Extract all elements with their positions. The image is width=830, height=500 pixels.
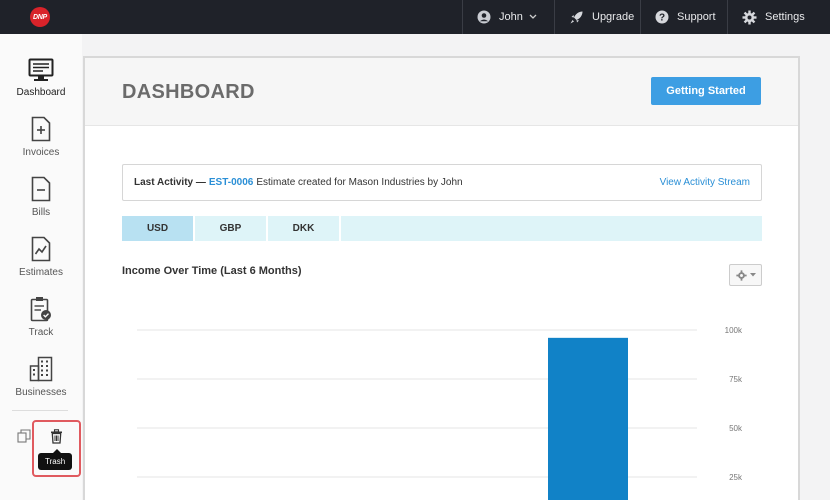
sidebar-item-label: Estimates — [19, 267, 63, 278]
app-logo[interactable]: DNP — [30, 7, 50, 27]
buildings-icon — [29, 356, 53, 382]
gear-icon — [735, 269, 747, 281]
sidebar-item-bills[interactable]: Bills — [0, 172, 82, 228]
svg-text:?: ? — [659, 13, 665, 24]
income-bar[interactable] — [548, 337, 628, 500]
user-icon — [477, 10, 491, 24]
sidebar-item-track[interactable]: Track — [0, 292, 82, 348]
estimate-icon — [31, 236, 51, 262]
chevron-down-icon — [529, 14, 537, 19]
sidebar-item-dashboard[interactable]: Dashboard — [0, 52, 82, 108]
upgrade-label: Upgrade — [592, 11, 635, 23]
activity-estimate-link[interactable]: EST-0006 — [209, 177, 253, 188]
sidebar-item-label: Businesses — [15, 387, 67, 398]
sidebar-item-invoices[interactable]: Invoices — [0, 112, 82, 168]
support-button[interactable]: ? Support — [640, 0, 727, 34]
tab-usd[interactable]: USD — [122, 216, 195, 241]
top-bar: DNP John Upgrade ? Support Settings — [0, 0, 830, 34]
support-label: Support — [677, 11, 716, 23]
clipboard-check-icon — [30, 297, 51, 322]
page-title: DASHBOARD — [122, 81, 255, 103]
y-tick-label: 50k — [729, 424, 743, 433]
tab-dkk[interactable]: DKK — [268, 216, 341, 241]
user-menu[interactable]: John — [462, 0, 554, 34]
last-activity-bar: Last Activity — EST-0006 Estimate create… — [122, 164, 762, 201]
monitor-icon — [28, 58, 54, 81]
y-tick-label: 25k — [729, 473, 743, 482]
help-icon: ? — [655, 10, 669, 24]
chart-settings-button[interactable] — [729, 264, 762, 286]
rocket-icon — [570, 11, 583, 23]
sidebar-item-label: Bills — [31, 207, 51, 218]
trash-icon — [51, 429, 62, 444]
upgrade-button[interactable]: Upgrade — [554, 0, 640, 34]
sidebar-item-label: Dashboard — [16, 87, 66, 98]
y-tick-label: 100k — [725, 326, 743, 335]
bill-icon — [31, 176, 51, 202]
y-tick-label: 75k — [729, 375, 743, 384]
view-activity-stream-link[interactable]: View Activity Stream — [660, 177, 750, 188]
sidebar: Dashboard Invoices Bills Estimates Track… — [0, 34, 82, 500]
duplicate-icon[interactable] — [17, 429, 31, 443]
user-name: John — [499, 11, 523, 23]
trash-tooltip: Trash — [38, 449, 73, 470]
panel-header: DASHBOARD Getting Started — [85, 58, 798, 126]
sidebar-item-estimates[interactable]: Estimates — [0, 232, 82, 288]
activity-text: Estimate created for Mason Industries by… — [256, 177, 463, 188]
sidebar-item-label: Invoices — [22, 147, 60, 158]
income-chart: 100k 75k 50k 25k — [137, 326, 743, 500]
sidebar-item-businesses[interactable]: Businesses — [0, 352, 82, 408]
tab-gbp[interactable]: GBP — [195, 216, 268, 241]
activity-prefix: Last Activity — — [134, 177, 206, 188]
chevron-down-icon — [749, 273, 756, 277]
settings-button[interactable]: Settings — [727, 0, 830, 34]
currency-tabs: USD GBP DKK — [122, 216, 762, 241]
trash-button[interactable]: Trash — [32, 420, 81, 477]
chart-title: Income Over Time (Last 6 Months) — [122, 265, 302, 277]
sidebar-divider — [12, 410, 68, 411]
invoice-icon — [31, 116, 51, 142]
getting-started-button[interactable]: Getting Started — [651, 77, 761, 105]
dashboard-panel: DASHBOARD Getting Started Last Activity … — [83, 56, 800, 500]
settings-label: Settings — [765, 11, 805, 23]
gear-icon — [742, 10, 757, 24]
sidebar-item-label: Track — [28, 327, 54, 338]
